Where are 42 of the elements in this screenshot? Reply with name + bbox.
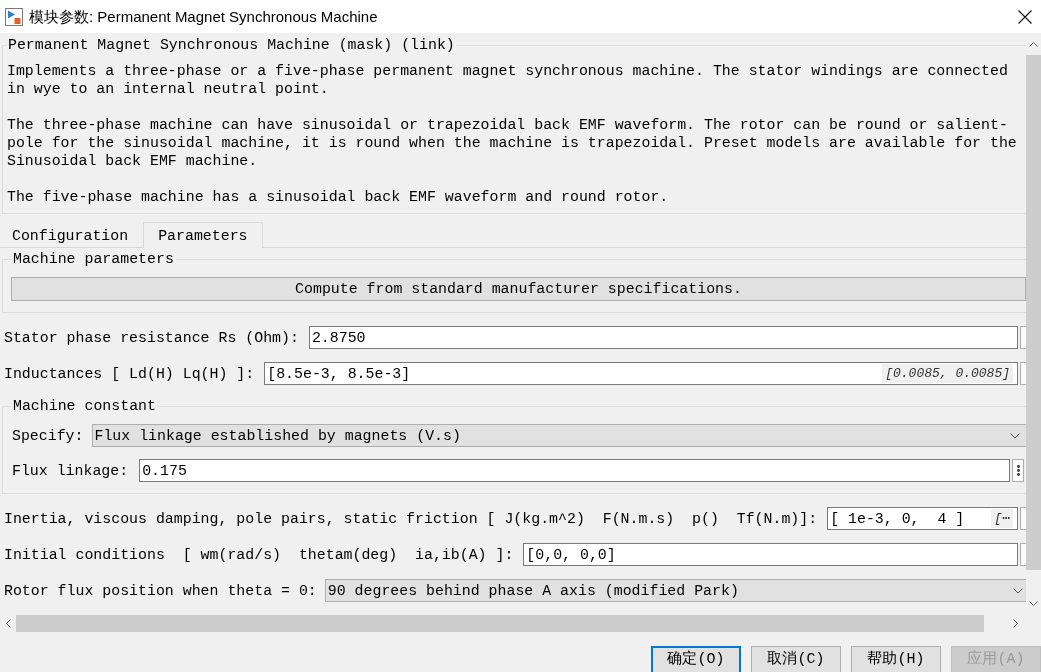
dropdown[interactable]: 90 degrees behind phase A axis (modified Park) (324, 579, 1026, 602)
close-button[interactable] (1018, 9, 1032, 24)
dialog-button[interactable]: 帮助(H) (851, 646, 941, 672)
dropdown[interactable]: Flux linkage established by magnets (V.s) (91, 424, 1026, 447)
scroll-right-icon[interactable] (1013, 618, 1018, 628)
vertical-dots-icon (1016, 465, 1020, 476)
scroll-up-icon[interactable] (1029, 41, 1038, 47)
window-title: 模块参数: Permanent Magnet Synchronous Machine (29, 6, 378, 27)
text-field[interactable]: [ 1e-3, 0, 4 ] [⋯ (827, 507, 1018, 530)
group-title: Machine parameters (12, 251, 175, 267)
window-icon (5, 7, 23, 26)
text-field[interactable]: [8.5e-3, 8.5e-3] [0.0085, 0.0085] (264, 362, 1018, 385)
scrollbar-thumb[interactable] (1026, 55, 1041, 570)
field-label: Flux linkage: (12, 461, 129, 480)
compute-button[interactable]: Compute from standard manufacturer specifications. (11, 277, 1026, 301)
evaluated-value: [0.0085, 0.0085] (882, 364, 1013, 383)
scrollbar-thumb[interactable] (16, 614, 984, 632)
field-label: Inertia, viscous damping, pole pairs, static friction [ J(kg.m^2) F(N.m.s) p() Tf(N.m)]: (4, 509, 818, 528)
text-field[interactable]: [0,0, 0,0] (523, 543, 1018, 566)
description-text: The five-phase machine has a sinusoidal back EMF waveform and round rotor. (7, 188, 670, 206)
text-field[interactable]: 0.175 (139, 459, 1010, 482)
chevron-down-icon (1010, 432, 1020, 439)
field-label: Inductances [ Ld(H) Lq(H) ]: (4, 364, 255, 383)
chevron-down-icon (1013, 587, 1023, 594)
evaluated-value: [⋯ (991, 509, 1013, 528)
close-icon (1018, 9, 1032, 24)
tab[interactable]: Configuration (2, 225, 144, 247)
group-title: Machine constant (12, 398, 157, 414)
dialog-button[interactable]: 取消(C) (751, 646, 841, 672)
group-title: Permanent Magnet Synchronous Machine (mask) (link) (7, 36, 456, 54)
scroll-left-icon[interactable] (5, 618, 11, 628)
field-label: Rotor flux position when theta = 0: (4, 581, 317, 600)
tab[interactable]: Parameters (143, 222, 263, 248)
dialog-button[interactable]: 确定(O) (651, 646, 741, 672)
scroll-down-icon[interactable] (1029, 600, 1038, 606)
field-label: Stator phase resistance Rs (Ohm): (4, 328, 299, 347)
field-label: Initial conditions [ wm(rad/s) thetam(deg) ia,ib(A) ]: (4, 545, 514, 564)
description-text: Implements a three-phase or a five-phase permanent magnet synchronous machine. The stator windings are connected in wye to an internal neutral point. (7, 62, 1009, 98)
description-text: The three-phase machine can have sinusoidal or trapezoidal back EMF waveform. The rotor can be round or salient-pole for the sinusoidal machine, it is round when the machine is trapezoidal. Preset models are available for the Sinusoidal back EMF machine. (7, 116, 1018, 170)
field-label: Specify: (12, 426, 84, 445)
options-button[interactable] (1012, 459, 1024, 482)
text-field[interactable]: 2.8750 (308, 326, 1018, 349)
